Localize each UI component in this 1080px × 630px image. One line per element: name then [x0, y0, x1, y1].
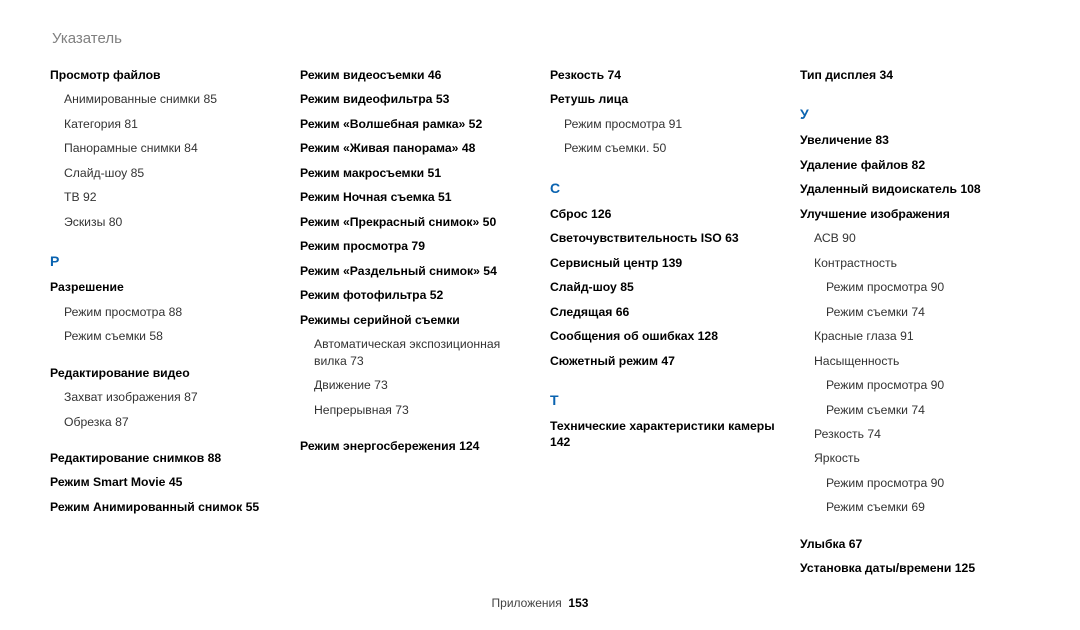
section-letter: С [550, 179, 780, 198]
subentry: Резкость 74 [800, 426, 1030, 442]
entry: Улучшение изображения [800, 206, 1030, 222]
entry: Светочувствительность ISO 63 [550, 230, 780, 246]
subentry: Красные глаза 91 [800, 328, 1030, 344]
subsubentry: Режим просмотра 90 [800, 475, 1030, 491]
subentry: Анимированные снимки 85 [50, 91, 280, 107]
entry: Режим «Волшебная рамка» 52 [300, 116, 530, 132]
subsubentry: Режим просмотра 90 [800, 377, 1030, 393]
entry: Режим фотофильтра 52 [300, 287, 530, 303]
entry: Режим Ночная съемка 51 [300, 189, 530, 205]
subentry: АСВ 90 [800, 230, 1030, 246]
entry: Следящая 66 [550, 304, 780, 320]
subsubentry: Режим съемки 74 [800, 304, 1030, 320]
entry: Режим «Живая панорама» 48 [300, 140, 530, 156]
subentry: Панорамные снимки 84 [50, 140, 280, 156]
entry: Сюжетный режим 47 [550, 353, 780, 369]
subentry: Яркость [800, 450, 1030, 466]
index-columns: Просмотр файлов Анимированные снимки 85 … [50, 67, 1030, 572]
entry: Увеличение 83 [800, 132, 1030, 148]
subentry: Непрерывная 73 [300, 402, 530, 418]
col-1: Просмотр файлов Анимированные снимки 85 … [50, 67, 280, 572]
entry: Сервисный центр 139 [550, 255, 780, 271]
subentry: Движение 73 [300, 377, 530, 393]
entry: Резкость 74 [550, 67, 780, 83]
entry: Режим Анимированный снимок 55 [50, 499, 280, 515]
subsubentry: Режим съемки 74 [800, 402, 1030, 418]
subentry: Эскизы 80 [50, 214, 280, 230]
subentry: Слайд-шоу 85 [50, 165, 280, 181]
col-4: Тип дисплея 34 У Увеличение 83 Удаление … [800, 67, 1030, 572]
entry: Режим «Прекрасный снимок» 50 [300, 214, 530, 230]
page-number: 153 [568, 596, 588, 610]
entry: Режим просмотра 79 [300, 238, 530, 254]
subentry: Насыщенность [800, 353, 1030, 369]
subsubentry: Режим съемки 69 [800, 499, 1030, 515]
entry: Слайд-шоу 85 [550, 279, 780, 295]
subentry: Автоматическая экспозиционная вилка 73 [300, 336, 530, 369]
entry: Редактирование снимков 88 [50, 450, 280, 466]
col-2: Режим видеосъемки 46 Режим видеофильтра … [300, 67, 530, 572]
entry: Режим видеофильтра 53 [300, 91, 530, 107]
subentry: Категория 81 [50, 116, 280, 132]
entry: Режим «Раздельный снимок» 54 [300, 263, 530, 279]
page-header: Указатель [50, 30, 1030, 47]
entry: Режим видеосъемки 46 [300, 67, 530, 83]
subsubentry: Режим просмотра 90 [800, 279, 1030, 295]
entry: Сообщения об ошибках 128 [550, 328, 780, 344]
entry: Режимы серийной съемки [300, 312, 530, 328]
entry: Режим макросъемки 51 [300, 165, 530, 181]
entry: Просмотр файлов [50, 67, 280, 83]
subentry: Обрезка 87 [50, 414, 280, 430]
section-letter: У [800, 105, 1030, 124]
entry: Режим Smart Movie 45 [50, 474, 280, 490]
entry: Редактирование видео [50, 365, 280, 381]
entry: Тип дисплея 34 [800, 67, 1030, 83]
subentry: Режим просмотра 91 [550, 116, 780, 132]
subentry: ТВ 92 [50, 189, 280, 205]
subentry: Режим съемки 58 [50, 328, 280, 344]
footer-label: Приложения [492, 596, 562, 610]
col-3: Резкость 74 Ретушь лица Режим просмотра … [550, 67, 780, 572]
section-letter: Р [50, 252, 280, 271]
footer: Приложения 153 [0, 596, 1080, 610]
entry: Удаленный видоискатель 108 [800, 181, 1030, 197]
subentry: Режим съемки. 50 [550, 140, 780, 156]
entry: Улыбка 67 [800, 536, 1030, 552]
subentry: Контрастность [800, 255, 1030, 271]
entry: Разрешение [50, 279, 280, 295]
entry: Ретушь лица [550, 91, 780, 107]
entry: Установка даты/времени 125 [800, 560, 1030, 576]
entry: Технические характеристики камеры 142 [550, 418, 780, 451]
subentry: Режим просмотра 88 [50, 304, 280, 320]
entry: Сброс 126 [550, 206, 780, 222]
section-letter: Т [550, 391, 780, 410]
subentry: Захват изображения 87 [50, 389, 280, 405]
entry: Удаление файлов 82 [800, 157, 1030, 173]
entry: Режим энергосбережения 124 [300, 438, 530, 454]
